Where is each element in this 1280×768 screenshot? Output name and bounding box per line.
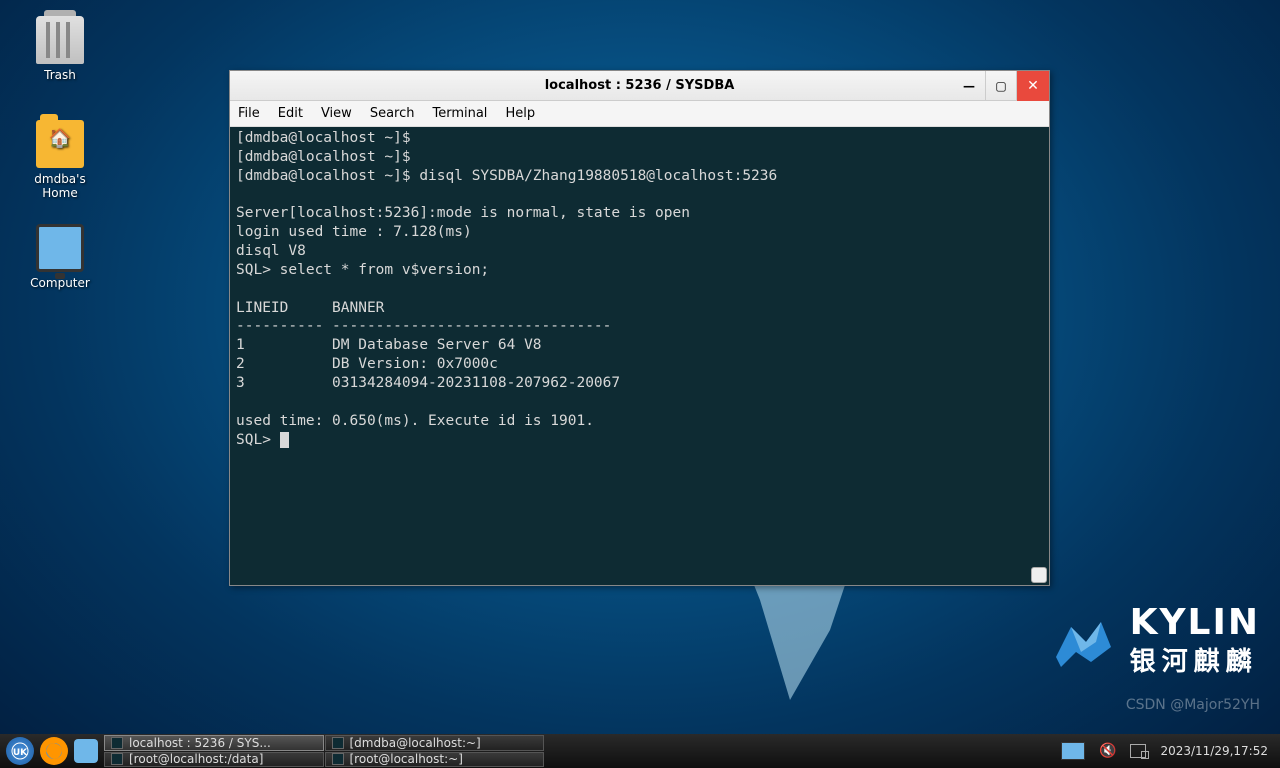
terminal-output: [dmdba@localhost ~]$ [dmdba@localhost ~]… xyxy=(236,130,777,448)
minimize-button[interactable]: — xyxy=(953,71,985,101)
brand-han: 银河麒麟 xyxy=(1130,641,1260,678)
firefox-launcher[interactable] xyxy=(40,737,68,765)
computer-icon xyxy=(36,224,84,272)
task-terminal-3[interactable]: [root@localhost:/data] xyxy=(104,752,324,768)
start-button[interactable]: UK xyxy=(6,737,34,765)
window-titlebar[interactable]: localhost : 5236 / SYSDBA — ▢ ✕ xyxy=(230,71,1049,101)
menu-search[interactable]: Search xyxy=(370,106,415,121)
kylin-logo-icon xyxy=(1046,607,1116,677)
desktop-icon-home[interactable]: dmdba's Home xyxy=(20,120,100,200)
terminal-cursor xyxy=(280,432,289,448)
task-terminal-2[interactable]: [dmdba@localhost:~] xyxy=(325,735,545,751)
task-terminal-4[interactable]: [root@localhost:~] xyxy=(325,752,545,768)
desktop-icon-computer[interactable]: Computer xyxy=(20,224,100,290)
menu-edit[interactable]: Edit xyxy=(278,106,303,121)
clock[interactable]: 2023/11/29,17:52 xyxy=(1160,744,1268,758)
terminal-icon xyxy=(111,753,123,765)
window-title: localhost : 5236 / SYSDBA xyxy=(545,78,735,93)
watermark: CSDN @Major52YH xyxy=(1126,697,1260,713)
svg-text:UK: UK xyxy=(13,748,28,758)
show-desktop-button[interactable] xyxy=(1061,742,1085,760)
terminal-window: localhost : 5236 / SYSDBA — ▢ ✕ File Edi… xyxy=(229,70,1050,586)
desktop-icon-trash[interactable]: Trash xyxy=(20,16,100,82)
menu-terminal[interactable]: Terminal xyxy=(432,106,487,121)
os-brand: KYLIN 银河麒麟 xyxy=(1046,605,1260,678)
volume-mute-icon[interactable]: 🔇 xyxy=(1099,743,1116,759)
menubar: File Edit View Search Terminal Help xyxy=(230,101,1049,127)
network-icon[interactable] xyxy=(1130,744,1146,758)
menu-view[interactable]: View xyxy=(321,106,352,121)
icon-label: Trash xyxy=(20,68,100,82)
icon-label: dmdba's Home xyxy=(20,172,100,200)
maximize-button[interactable]: ▢ xyxy=(985,71,1017,101)
task-terminal-1[interactable]: localhost : 5236 / SYS... xyxy=(104,735,324,751)
terminal-icon xyxy=(332,737,344,749)
taskbar: UK localhost : 5236 / SYS... [dmdba@loca… xyxy=(0,734,1280,768)
menu-help[interactable]: Help xyxy=(505,106,535,121)
terminal-icon xyxy=(111,737,123,749)
taskbar-tasks: localhost : 5236 / SYS... [dmdba@localho… xyxy=(104,735,544,767)
brand-latin: KYLIN xyxy=(1130,605,1260,641)
menu-file[interactable]: File xyxy=(238,106,260,121)
terminal-icon xyxy=(332,753,344,765)
scroll-thumb[interactable] xyxy=(1031,567,1047,583)
trash-icon xyxy=(36,16,84,64)
terminal-body[interactable]: [dmdba@localhost ~]$ [dmdba@localhost ~]… xyxy=(230,127,1049,585)
close-button[interactable]: ✕ xyxy=(1017,71,1049,101)
files-launcher[interactable] xyxy=(74,739,98,763)
folder-icon xyxy=(36,120,84,168)
